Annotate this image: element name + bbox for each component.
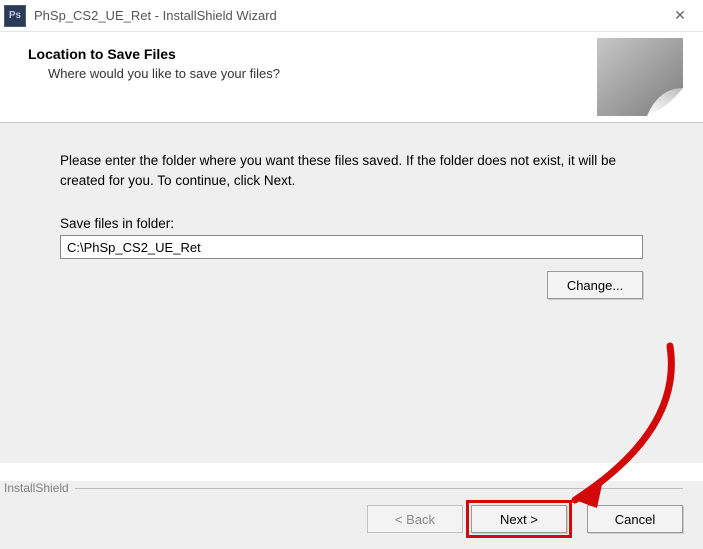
folder-field-label: Save files in folder: [60, 216, 643, 231]
page-curl-icon [597, 38, 683, 116]
next-button[interactable]: Next > [471, 505, 567, 533]
close-icon[interactable]: ✕ [657, 0, 703, 32]
wizard-footer: InstallShield < Back Next > Cancel [0, 481, 703, 549]
app-icon: Ps [4, 5, 26, 27]
window-titlebar: Ps PhSp_CS2_UE_Ret - InstallShield Wizar… [0, 0, 703, 32]
cancel-button[interactable]: Cancel [587, 505, 683, 533]
installshield-brand: InstallShield [4, 481, 69, 495]
wizard-content: Please enter the folder where you want t… [0, 123, 703, 463]
window-title: PhSp_CS2_UE_Ret - InstallShield Wizard [34, 8, 657, 23]
footer-divider [75, 488, 683, 489]
change-button[interactable]: Change... [547, 271, 643, 299]
instruction-text: Please enter the folder where you want t… [60, 151, 643, 190]
folder-input[interactable] [60, 235, 643, 259]
wizard-header: Location to Save Files Where would you l… [0, 32, 703, 122]
back-button: < Back [367, 505, 463, 533]
